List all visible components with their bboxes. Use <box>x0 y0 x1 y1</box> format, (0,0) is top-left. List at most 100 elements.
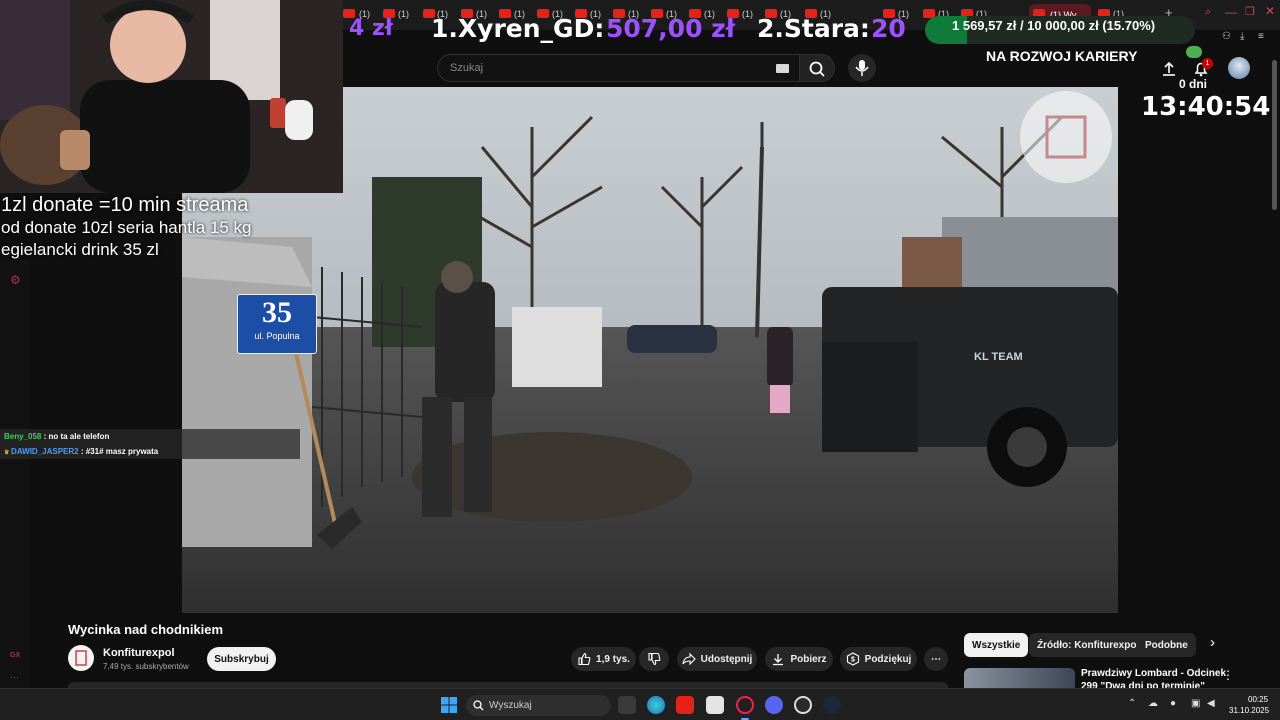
windows-start-icon[interactable] <box>441 697 457 713</box>
address-number: 35 <box>262 296 292 329</box>
search-placeholder: Szukaj <box>450 62 484 74</box>
thumbs-up-icon <box>578 652 591 666</box>
ticker-second-place: 2.Stara: <box>757 14 870 43</box>
overlay-line-3: egielancki drink 35 zl <box>1 240 159 259</box>
obs-icon[interactable] <box>794 696 812 714</box>
channel-logo-icon <box>75 650 87 666</box>
more-actions-button[interactable]: ⋯ <box>924 647 948 671</box>
task-view-icon[interactable] <box>618 696 636 714</box>
goal-text: 1 569,57 zł / 10 000,00 zł (15.70%) <box>952 18 1156 33</box>
thanks-button[interactable]: $ Podziękuj <box>840 647 917 671</box>
download-label: Pobierz <box>790 653 827 665</box>
overlay-line-1: 1zl donate =10 min streama <box>1 194 249 216</box>
network-icon[interactable]: ▣ <box>1191 698 1200 709</box>
youtube-app-icon[interactable] <box>676 696 694 714</box>
goal-title: NA ROZWOJ KARIERY <box>986 48 1138 64</box>
keyboard-icon[interactable] <box>776 64 789 73</box>
overlay-line-2: od donate 10zl seria hantla 15 kg <box>1 218 252 237</box>
account-icon[interactable]: ⚇ <box>1222 31 1231 42</box>
microphone-tray-icon[interactable]: ● <box>1170 698 1176 709</box>
dislike-button[interactable] <box>639 647 669 671</box>
thanks-dollar-icon: $ <box>846 652 859 666</box>
address-sign: 35 ul. Populna <box>237 294 317 354</box>
address-street: ul. Populna <box>254 331 300 341</box>
chips-next-chevron-icon[interactable]: › <box>1210 634 1215 651</box>
chat-username: DAWID_JASPER2 <box>11 447 79 456</box>
like-count: 1,9 tys. <box>596 653 630 665</box>
chip-source[interactable]: Źródło: Konfiturexpol <box>1029 633 1148 657</box>
chat-text: #31# masz prywata <box>85 447 159 456</box>
opera-gx-icon[interactable] <box>736 696 754 714</box>
ticker-second-amount: 20 <box>871 14 906 43</box>
donation-ticker: 4 zł 1.Xyren_GD: 507,00 zł 2.Stara: 20 <box>343 12 933 48</box>
maximize-icon[interactable]: ❐ <box>1245 5 1255 18</box>
stream-panel-strip <box>0 260 30 688</box>
download-icon <box>773 654 784 666</box>
discord-icon[interactable] <box>765 696 783 714</box>
stream-timer: 13:40:54 <box>1141 92 1271 122</box>
more-actions-icon: ⋯ <box>931 653 941 665</box>
chip-all[interactable]: Wszystkie <box>964 633 1029 657</box>
minimize-icon[interactable]: — <box>1225 5 1237 19</box>
channel-name[interactable]: Konfiturexpol <box>103 647 175 659</box>
search-icon <box>473 700 484 711</box>
ticker-first-amount: 507,00 zł <box>606 14 736 43</box>
onedrive-icon[interactable]: ☁ <box>1148 698 1158 709</box>
pepe-emote-icon <box>1186 46 1202 58</box>
streamer-webcam <box>0 0 343 193</box>
tray-chevron-icon[interactable]: ⌃ <box>1128 698 1136 709</box>
voice-search-button[interactable] <box>848 54 876 82</box>
chat-badge-icon: ♛ <box>4 450 12 456</box>
chat-text: no ta ale telefon <box>48 432 110 441</box>
volume-icon[interactable]: ◀ <box>1207 698 1215 709</box>
gx-label: GX <box>10 652 21 659</box>
snipping-tool-icon[interactable] <box>706 696 724 714</box>
settings-icon[interactable]: ⚙ <box>10 273 21 287</box>
microphone-icon <box>855 60 869 76</box>
chat-message: ♛ DAWID_JASPER2 : #31# masz prywata <box>0 444 300 459</box>
page-scrollbar[interactable] <box>1272 60 1277 210</box>
avatar[interactable] <box>1228 57 1250 79</box>
subscribe-button[interactable]: Subskrybuj <box>207 647 276 671</box>
recommendation-menu-icon[interactable]: ⋮ <box>1222 668 1234 682</box>
share-button[interactable]: Udostępnij <box>677 647 757 671</box>
like-button[interactable]: 1,9 tys. <box>571 647 636 671</box>
taskbar-search-input[interactable]: Wyszukaj <box>466 695 611 716</box>
chat-separator: : <box>78 447 86 456</box>
download-icon[interactable]: ⤓ <box>1240 31 1244 42</box>
chat-message: Beny_058 : no ta ale telefon <box>0 429 300 444</box>
search-icon <box>809 61 825 77</box>
menu-icon[interactable]: ≡ <box>1258 31 1264 42</box>
clock-time[interactable]: 00:25 <box>1248 695 1268 704</box>
download-button[interactable]: Pobierz <box>765 647 833 671</box>
taskbar-search-placeholder: Wyszukaj <box>489 700 532 711</box>
thumbs-down-icon <box>648 652 661 666</box>
ticker-first-place: 1.Xyren_GD: <box>431 14 605 43</box>
search-tabs-icon[interactable]: ⌕ <box>1205 6 1211 19</box>
share-icon <box>682 652 696 666</box>
channel-avatar[interactable] <box>68 645 94 671</box>
more-icon[interactable]: ⋯ <box>10 672 19 683</box>
search-button[interactable] <box>799 54 835 82</box>
search-input[interactable]: Szukaj <box>437 54 800 82</box>
subscriber-count: 7,49 tys. subskrybentów <box>103 662 189 671</box>
chat-username: Beny_058 <box>4 432 42 441</box>
steam-icon[interactable] <box>823 696 841 714</box>
ticker-left-amount: 4 zł <box>349 16 393 41</box>
days-counter: 0 dni <box>1179 77 1208 91</box>
windows-taskbar: Wyszukaj ⌃ ☁ ● ▣ ◀ 00:25 31.10.2025 <box>0 688 1280 720</box>
thanks-label: Podziękuj <box>864 653 912 665</box>
truck-decal: KL TEAM <box>974 351 1023 363</box>
close-window-icon[interactable]: ✕ <box>1265 4 1275 18</box>
svg-text:$: $ <box>851 657 855 664</box>
chip-related[interactable]: Podobne <box>1137 633 1196 657</box>
share-label: Udostępnij <box>700 653 753 665</box>
clock-date[interactable]: 31.10.2025 <box>1229 706 1269 715</box>
edge-browser-icon[interactable] <box>647 696 665 714</box>
webcam-feed <box>0 0 343 193</box>
video-title: Wycinka nad chodnikiem <box>68 622 224 637</box>
recommendation-thumbnail[interactable] <box>964 668 1075 688</box>
recommendation-title-2[interactable]: 299 "Dwa dni po terminie" <box>1081 681 1205 688</box>
recommendation-title[interactable]: Prawdziwy Lombard - Odcinek <box>1081 668 1226 679</box>
upload-icon[interactable] <box>1160 60 1178 78</box>
